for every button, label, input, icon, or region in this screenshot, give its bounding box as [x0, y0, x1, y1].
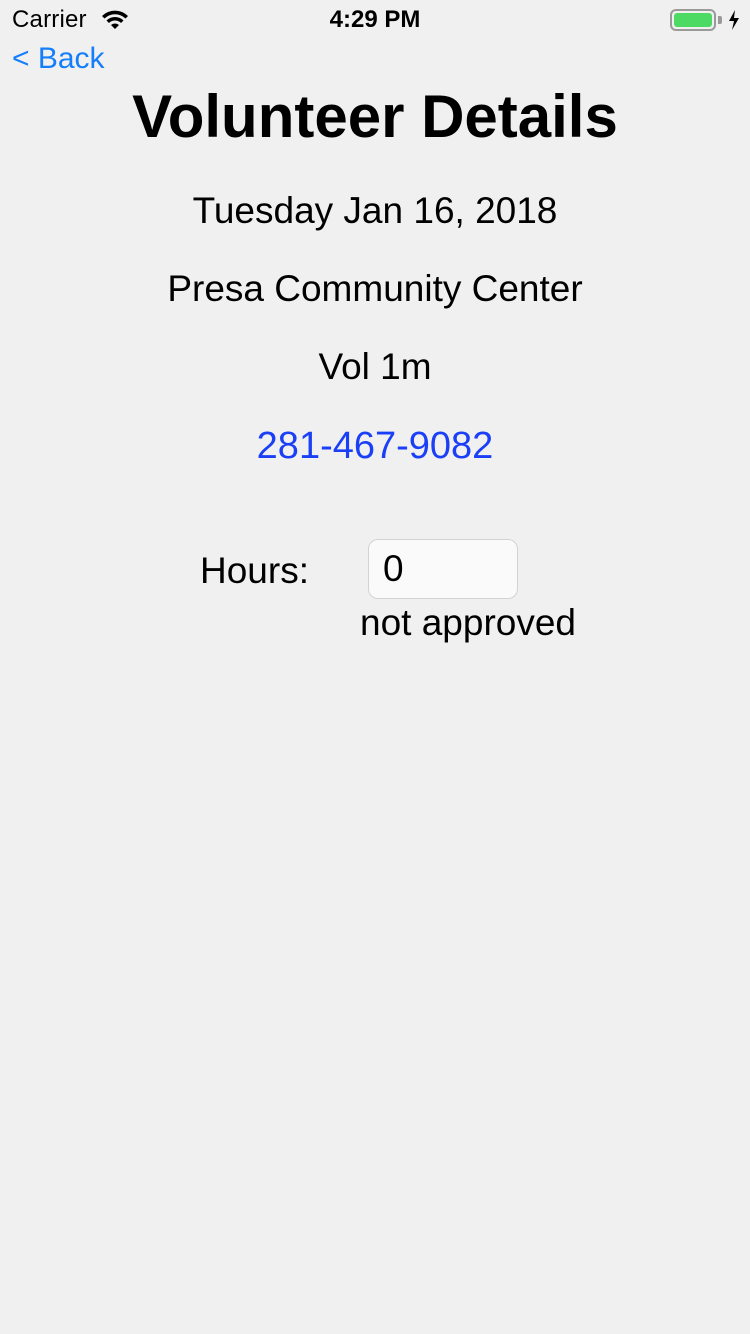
approval-status: not approved: [360, 602, 577, 643]
volunteer-name: Vol 1m: [318, 346, 432, 387]
status-bar: Carrier 4:29 PM: [0, 0, 750, 40]
battery-icon: [670, 9, 716, 31]
back-button[interactable]: < Back: [12, 42, 105, 76]
battery-level: [674, 13, 712, 27]
screen: Carrier 4:29 PM < Back Volunteer Details…: [0, 0, 750, 1334]
hours-input[interactable]: [368, 539, 518, 599]
page-title: Volunteer Details: [132, 83, 618, 150]
event-date: Tuesday Jan 16, 2018: [192, 190, 558, 231]
hours-label: Hours:: [200, 550, 309, 591]
clock-time: 4:29 PM: [329, 6, 421, 33]
charging-bolt-icon: [729, 10, 739, 30]
phone-link[interactable]: 281-467-9082: [0, 425, 750, 468]
event-location: Presa Community Center: [167, 268, 583, 309]
battery-tip: [718, 16, 722, 24]
